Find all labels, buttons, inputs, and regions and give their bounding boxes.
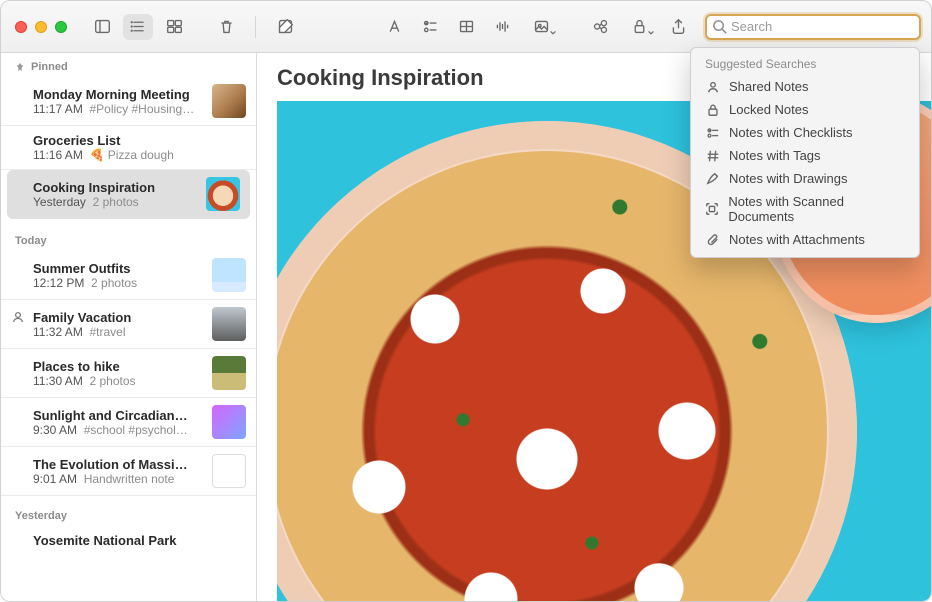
section-label: Pinned — [31, 61, 68, 73]
note-thumbnail — [206, 177, 240, 211]
search-field-wrap — [705, 14, 921, 40]
search-icon — [712, 19, 727, 34]
scan-icon — [705, 202, 719, 217]
chevron-down-icon — [647, 29, 655, 37]
note-title: Summer Outfits — [33, 261, 204, 276]
suggest-label: Notes with Scanned Documents — [728, 194, 905, 224]
suggest-label: Notes with Checklists — [729, 125, 853, 140]
section-label: Yesterday — [15, 510, 67, 522]
note-title: Sunlight and Circadian… — [33, 408, 204, 423]
note-thumbnail — [212, 356, 246, 390]
toolbar-separator — [255, 16, 256, 38]
note-subtitle: 11:32 AM #travel — [33, 325, 204, 339]
minimize-window-button[interactable] — [35, 21, 47, 33]
attachment-icon — [705, 232, 720, 247]
format-group — [379, 14, 559, 40]
tag-icon — [705, 148, 720, 163]
checklist-icon — [705, 125, 720, 140]
note-row[interactable]: Monday Morning Meeting 11:17 AM #Policy … — [1, 77, 256, 126]
note-thumbnail — [212, 405, 246, 439]
section-header-today: Today — [1, 221, 256, 251]
notes-list[interactable]: Pinned Monday Morning Meeting 11:17 AM #… — [1, 53, 257, 601]
search-field[interactable] — [705, 14, 921, 40]
lock-icon — [705, 102, 720, 117]
note-title: Places to hike — [33, 359, 204, 374]
delete-note-button[interactable] — [211, 14, 241, 40]
link-button[interactable] — [585, 14, 615, 40]
suggest-scanned[interactable]: Notes with Scanned Documents — [695, 190, 915, 228]
note-subtitle: 11:16 AM 🍕 Pizza dough — [33, 148, 246, 162]
section-label: Today — [15, 235, 47, 247]
suggest-heading: Suggested Searches — [695, 54, 915, 75]
suggest-label: Notes with Attachments — [729, 232, 865, 247]
note-title: Cooking Inspiration — [33, 180, 198, 195]
share-button[interactable] — [663, 14, 693, 40]
shared-icon — [11, 310, 25, 324]
suggest-label: Shared Notes — [729, 79, 809, 94]
note-row[interactable]: Places to hike 11:30 AM 2 photos — [1, 349, 256, 398]
checklist-button[interactable] — [415, 14, 445, 40]
suggest-locked-notes[interactable]: Locked Notes — [695, 98, 915, 121]
note-subtitle: 11:30 AM 2 photos — [33, 374, 204, 388]
format-text-button[interactable] — [379, 14, 409, 40]
note-subtitle: 9:01 AM Handwritten note — [33, 472, 204, 486]
note-row[interactable]: Sunlight and Circadian… 9:30 AM #school … — [1, 398, 256, 447]
note-thumbnail — [212, 258, 246, 292]
note-subtitle: 11:17 AM #Policy #Housing… — [33, 102, 204, 116]
suggest-tags[interactable]: Notes with Tags — [695, 144, 915, 167]
toggle-sidebar-button[interactable] — [87, 14, 117, 40]
close-window-button[interactable] — [15, 21, 27, 33]
note-row[interactable]: The Evolution of Massi… 9:01 AM Handwrit… — [1, 447, 256, 496]
note-row[interactable]: Family Vacation 11:32 AM #travel — [1, 300, 256, 349]
section-header-yesterday: Yesterday — [1, 496, 256, 526]
note-row[interactable]: Summer Outfits 12:12 PM 2 photos — [1, 251, 256, 300]
section-header-pinned: Pinned — [1, 53, 256, 77]
note-row-selected[interactable]: Cooking Inspiration Yesterday 2 photos — [7, 170, 250, 219]
drawing-icon — [705, 171, 720, 186]
note-title: Yosemite National Park — [33, 533, 246, 548]
list-view-button[interactable] — [123, 14, 153, 40]
suggest-shared-notes[interactable]: Shared Notes — [695, 75, 915, 98]
pin-icon — [15, 62, 25, 72]
note-thumbnail — [212, 454, 246, 488]
share-group — [585, 14, 693, 40]
new-note-button[interactable] — [270, 14, 300, 40]
suggest-drawings[interactable]: Notes with Drawings — [695, 167, 915, 190]
suggest-label: Notes with Tags — [729, 148, 821, 163]
media-button[interactable] — [523, 14, 559, 40]
window-controls — [15, 21, 67, 33]
note-row[interactable]: Groceries List 11:16 AM 🍕 Pizza dough — [1, 126, 256, 170]
suggest-attachments[interactable]: Notes with Attachments — [695, 228, 915, 251]
shared-icon — [705, 79, 720, 94]
note-subtitle: Yesterday 2 photos — [33, 195, 198, 209]
search-input[interactable] — [731, 19, 913, 34]
note-title: Monday Morning Meeting — [33, 87, 204, 102]
chevron-down-icon — [549, 29, 557, 37]
view-switcher — [87, 14, 189, 40]
zoom-window-button[interactable] — [55, 21, 67, 33]
note-subtitle: 12:12 PM 2 photos — [33, 276, 204, 290]
note-thumbnail — [212, 84, 246, 118]
lock-button[interactable] — [621, 14, 657, 40]
suggest-label: Notes with Drawings — [729, 171, 848, 186]
suggested-searches-popover: Suggested Searches Shared Notes Locked N… — [690, 47, 920, 258]
note-title: Groceries List — [33, 133, 246, 148]
gallery-view-button[interactable] — [159, 14, 189, 40]
note-title: The Evolution of Massi… — [33, 457, 204, 472]
titlebar — [1, 1, 931, 53]
audio-button[interactable] — [487, 14, 517, 40]
suggest-checklists[interactable]: Notes with Checklists — [695, 121, 915, 144]
note-thumbnail — [212, 307, 246, 341]
suggest-label: Locked Notes — [729, 102, 809, 117]
note-title: Family Vacation — [33, 310, 204, 325]
note-row[interactable]: Yosemite National Park — [1, 526, 256, 555]
table-button[interactable] — [451, 14, 481, 40]
note-subtitle: 9:30 AM #school #psychol… — [33, 423, 204, 437]
